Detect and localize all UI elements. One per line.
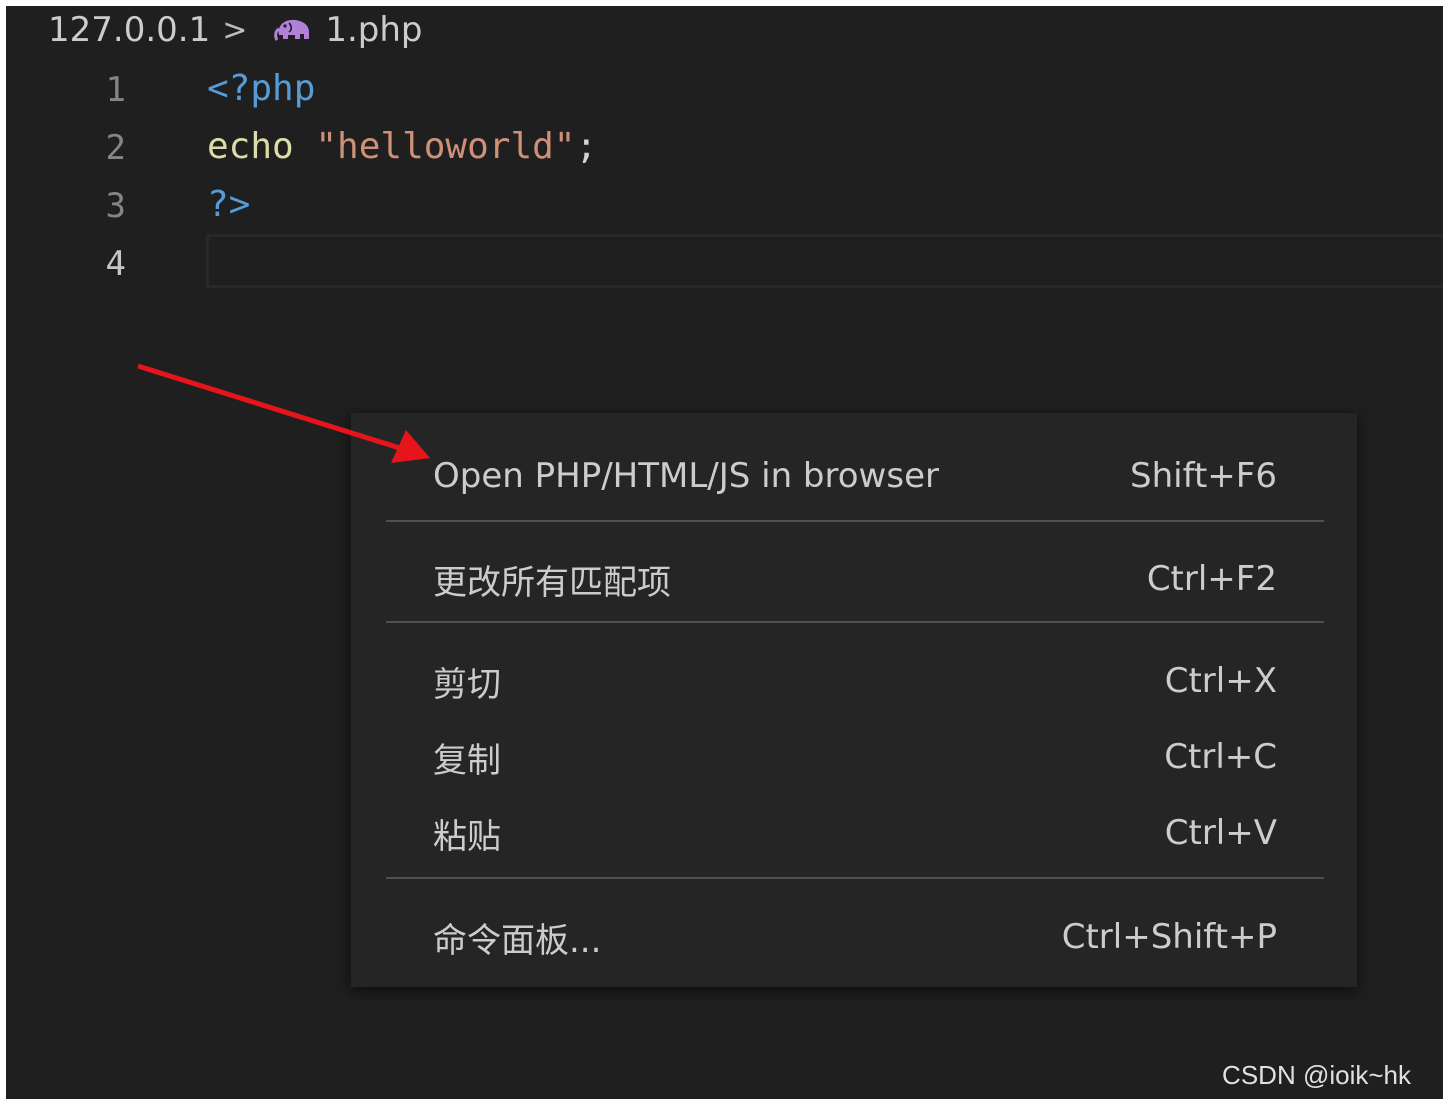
code-token: ?> bbox=[207, 184, 251, 225]
editor-area[interactable]: 127.0.0.1 > 1.php 1 <?php 2 echo "helloworl… bbox=[6, 6, 1443, 1099]
menu-item-change-all-occurrences[interactable]: 更改所有匹配项 Ctrl+F2 bbox=[351, 544, 1357, 614]
line-number: 1 bbox=[105, 70, 126, 110]
code-line[interactable]: 3 ?> bbox=[6, 178, 1443, 236]
breadcrumb-host[interactable]: 127.0.0.1 bbox=[48, 10, 210, 50]
menu-item-shortcut: Ctrl+X bbox=[1164, 661, 1277, 701]
menu-item-open-in-browser[interactable]: Open PHP/HTML/JS in browser Shift+F6 bbox=[351, 441, 1357, 511]
code-line[interactable]: 2 echo "helloworld"; bbox=[6, 120, 1443, 178]
php-elephant-icon bbox=[273, 15, 313, 45]
menu-separator bbox=[386, 621, 1324, 623]
code-content[interactable]: echo "helloworld"; bbox=[207, 126, 597, 167]
breadcrumb-file[interactable]: 1.php bbox=[325, 10, 422, 50]
menu-item-label: 更改所有匹配项 bbox=[433, 562, 671, 603]
menu-item-command-palette[interactable]: 命令面板... Ctrl+Shift+P bbox=[351, 902, 1357, 972]
code-token: "helloworld" bbox=[315, 126, 576, 167]
breadcrumb: 127.0.0.1 > 1.php bbox=[48, 6, 423, 54]
menu-item-shortcut: Ctrl+C bbox=[1164, 737, 1277, 777]
code-line[interactable]: 1 <?php bbox=[6, 62, 1443, 120]
menu-item-shortcut: Ctrl+V bbox=[1164, 813, 1277, 853]
menu-separator bbox=[386, 520, 1324, 522]
code-content[interactable]: <?php bbox=[207, 68, 315, 109]
menu-item-label: 命令面板... bbox=[433, 920, 602, 961]
code-line[interactable]: 4 bbox=[6, 236, 1443, 294]
menu-item-label: Open PHP/HTML/JS in browser bbox=[433, 456, 939, 496]
line-number: 3 bbox=[105, 186, 126, 226]
code-token: echo bbox=[207, 126, 316, 167]
code-lines[interactable]: 1 <?php 2 echo "helloworld"; 3 ?> 4 bbox=[6, 62, 1443, 294]
menu-item-label: 复制 bbox=[433, 740, 501, 781]
watermark: CSDN @ioik~hk bbox=[1222, 1060, 1411, 1090]
menu-item-shortcut: Ctrl+F2 bbox=[1146, 559, 1277, 599]
context-menu: Open PHP/HTML/JS in browser Shift+F6 更改所… bbox=[351, 413, 1357, 987]
menu-separator bbox=[386, 877, 1324, 879]
menu-item-cut[interactable]: 剪切 Ctrl+X bbox=[351, 646, 1357, 716]
code-token: <?php bbox=[207, 68, 316, 109]
code-content[interactable]: ?> bbox=[207, 184, 250, 225]
line-number: 4 bbox=[105, 244, 126, 284]
menu-item-copy[interactable]: 复制 Ctrl+C bbox=[351, 722, 1357, 792]
chevron-right-icon: > bbox=[222, 12, 248, 48]
menu-item-paste[interactable]: 粘贴 Ctrl+V bbox=[351, 798, 1357, 868]
line-number: 2 bbox=[105, 128, 126, 168]
menu-item-shortcut: Shift+F6 bbox=[1130, 456, 1277, 496]
menu-item-label: 粘贴 bbox=[433, 816, 501, 857]
menu-item-shortcut: Ctrl+Shift+P bbox=[1061, 917, 1277, 957]
menu-item-label: 剪切 bbox=[433, 664, 501, 705]
code-token: ; bbox=[575, 126, 598, 167]
